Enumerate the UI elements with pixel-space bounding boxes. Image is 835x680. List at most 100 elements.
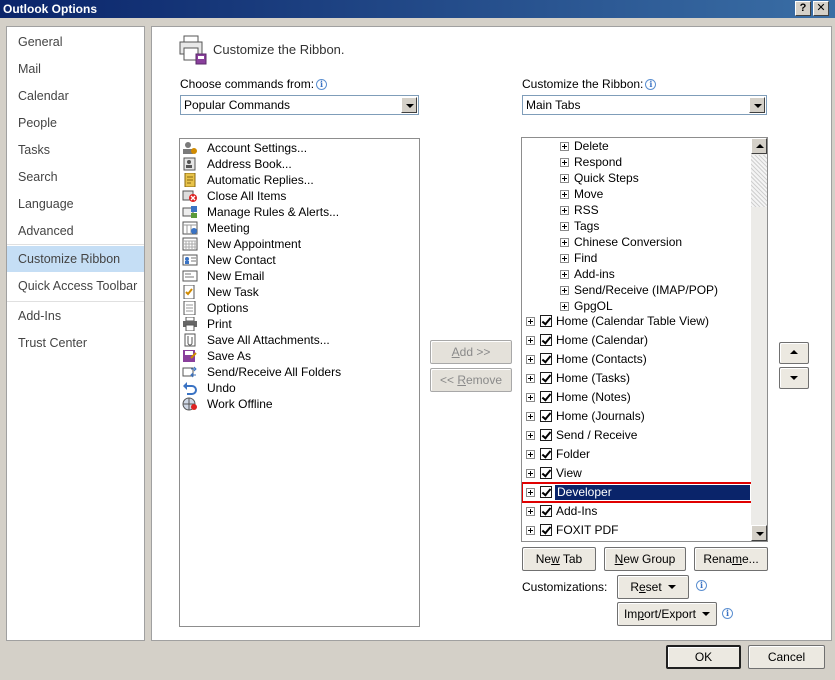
info-icon[interactable]: i — [645, 79, 657, 90]
list-item[interactable]: Meeting — [182, 220, 412, 236]
list-item[interactable]: Close All Items — [182, 188, 412, 204]
list-item[interactable]: Undo — [182, 380, 412, 396]
nav-item-customize-ribbon[interactable]: Customize Ribbon — [7, 246, 144, 272]
list-item[interactable]: New Contact — [182, 252, 412, 268]
expand-icon[interactable] — [560, 174, 569, 183]
move-up-button[interactable] — [779, 342, 809, 364]
tab-checkbox[interactable] — [540, 486, 552, 498]
expand-icon[interactable] — [526, 393, 535, 402]
expand-icon[interactable] — [560, 286, 569, 295]
info-icon[interactable]: i — [696, 580, 707, 591]
list-item[interactable]: Manage Rules & Alerts... — [182, 204, 412, 220]
tree-tab-item[interactable]: Home (Journals) — [522, 407, 752, 426]
list-item[interactable]: New Email — [182, 268, 412, 284]
list-item[interactable]: Save All Attachments... — [182, 332, 412, 348]
ribbon-tree[interactable]: Delete Respond Quick Steps Move RSS Tags… — [521, 137, 768, 542]
info-icon[interactable]: i — [316, 79, 328, 90]
list-item[interactable]: Address Book... — [182, 156, 412, 172]
help-button[interactable]: ? — [795, 1, 811, 16]
expand-icon[interactable] — [560, 302, 569, 311]
tab-checkbox[interactable] — [540, 448, 552, 460]
list-item[interactable]: New Task — [182, 284, 412, 300]
ribbon-tree-scrollbar[interactable] — [751, 138, 767, 541]
remove-button[interactable]: << Remove — [430, 368, 512, 392]
add-button[interactable]: Add >> — [430, 340, 512, 364]
commands-source-select[interactable]: Popular Commands — [180, 95, 419, 115]
tab-checkbox[interactable] — [540, 524, 552, 536]
tab-checkbox[interactable] — [540, 315, 552, 327]
tree-tab-item[interactable]: View — [522, 464, 752, 483]
nav-item-quick-access-toolbar[interactable]: Quick Access Toolbar — [7, 273, 144, 299]
expand-icon[interactable] — [526, 526, 535, 535]
list-item[interactable]: Send/Receive All Folders — [182, 364, 412, 380]
import-export-button[interactable]: Import/Export — [617, 602, 717, 626]
expand-icon[interactable] — [560, 238, 569, 247]
expand-icon[interactable] — [526, 355, 535, 364]
ok-button[interactable]: OK — [666, 645, 741, 669]
tree-tab-item[interactable]: Home (Calendar Table View) — [522, 312, 752, 331]
tab-checkbox[interactable] — [540, 334, 552, 346]
nav-item-search[interactable]: Search — [7, 164, 144, 190]
list-item[interactable]: Work Offline — [182, 396, 412, 412]
nav-item-advanced[interactable]: Advanced — [7, 218, 144, 244]
expand-icon[interactable] — [526, 488, 535, 497]
tab-checkbox[interactable] — [540, 410, 552, 422]
tree-tab-item[interactable]: Home (Contacts) — [522, 350, 752, 369]
tree-tab-item-selected[interactable]: Developer — [522, 482, 753, 503]
expand-icon[interactable] — [526, 507, 535, 516]
scroll-down-icon[interactable] — [751, 525, 767, 541]
scroll-up-icon[interactable] — [751, 138, 767, 154]
nav-item-tasks[interactable]: Tasks — [7, 137, 144, 163]
expand-icon[interactable] — [560, 190, 569, 199]
nav-item-people[interactable]: People — [7, 110, 144, 136]
expand-icon[interactable] — [526, 317, 535, 326]
tree-tab-item[interactable]: Add-Ins — [522, 502, 752, 521]
expand-icon[interactable] — [526, 336, 535, 345]
expand-icon[interactable] — [560, 254, 569, 263]
nav-item-language[interactable]: Language — [7, 191, 144, 217]
list-item[interactable]: New Appointment — [182, 236, 412, 252]
list-item[interactable]: Save As — [182, 348, 412, 364]
info-icon[interactable]: i — [722, 608, 733, 619]
expand-icon[interactable] — [560, 142, 569, 151]
list-item[interactable]: Account Settings... — [182, 140, 412, 156]
tab-checkbox[interactable] — [540, 372, 552, 384]
tree-tab-item[interactable]: FOXIT PDF — [522, 521, 752, 540]
chevron-down-icon[interactable] — [401, 97, 417, 113]
tab-checkbox[interactable] — [540, 391, 552, 403]
tab-checkbox[interactable] — [540, 505, 552, 517]
tree-tab-item[interactable]: Home (Calendar) — [522, 331, 752, 350]
expand-icon[interactable] — [526, 431, 535, 440]
expand-icon[interactable] — [560, 222, 569, 231]
list-item[interactable]: Print — [182, 316, 412, 332]
scroll-thumb[interactable] — [751, 155, 767, 207]
reset-button[interactable]: Reset — [617, 575, 689, 599]
expand-icon[interactable] — [560, 158, 569, 167]
expand-icon[interactable] — [526, 450, 535, 459]
cancel-button[interactable]: Cancel — [748, 645, 825, 669]
tree-tab-item[interactable]: Folder — [522, 445, 752, 464]
expand-icon[interactable] — [560, 270, 569, 279]
tree-tab-item[interactable]: Home (Tasks) — [522, 369, 752, 388]
close-button[interactable]: ✕ — [813, 1, 829, 16]
expand-icon[interactable] — [526, 469, 535, 478]
chevron-down-icon[interactable] — [749, 97, 765, 113]
expand-icon[interactable] — [526, 374, 535, 383]
rename-button[interactable]: Rename... — [694, 547, 768, 571]
nav-item-mail[interactable]: Mail — [7, 56, 144, 82]
expand-icon[interactable] — [560, 206, 569, 215]
list-item[interactable]: Options — [182, 300, 412, 316]
nav-item-trust-center[interactable]: Trust Center — [7, 330, 144, 356]
commands-list[interactable]: Account Settings... Address Book... Auto… — [179, 138, 420, 627]
tab-checkbox[interactable] — [540, 353, 552, 365]
ribbon-tabs-select[interactable]: Main Tabs — [522, 95, 767, 115]
move-down-button[interactable] — [779, 367, 809, 389]
tab-checkbox[interactable] — [540, 467, 552, 479]
expand-icon[interactable] — [526, 412, 535, 421]
tab-checkbox[interactable] — [540, 429, 552, 441]
tree-tab-item[interactable]: Home (Notes) — [522, 388, 752, 407]
nav-item-add-ins[interactable]: Add-Ins — [7, 303, 144, 329]
new-tab-button[interactable]: New Tab — [522, 547, 596, 571]
tree-tab-item[interactable]: Send / Receive — [522, 426, 752, 445]
list-item[interactable]: Automatic Replies... — [182, 172, 412, 188]
